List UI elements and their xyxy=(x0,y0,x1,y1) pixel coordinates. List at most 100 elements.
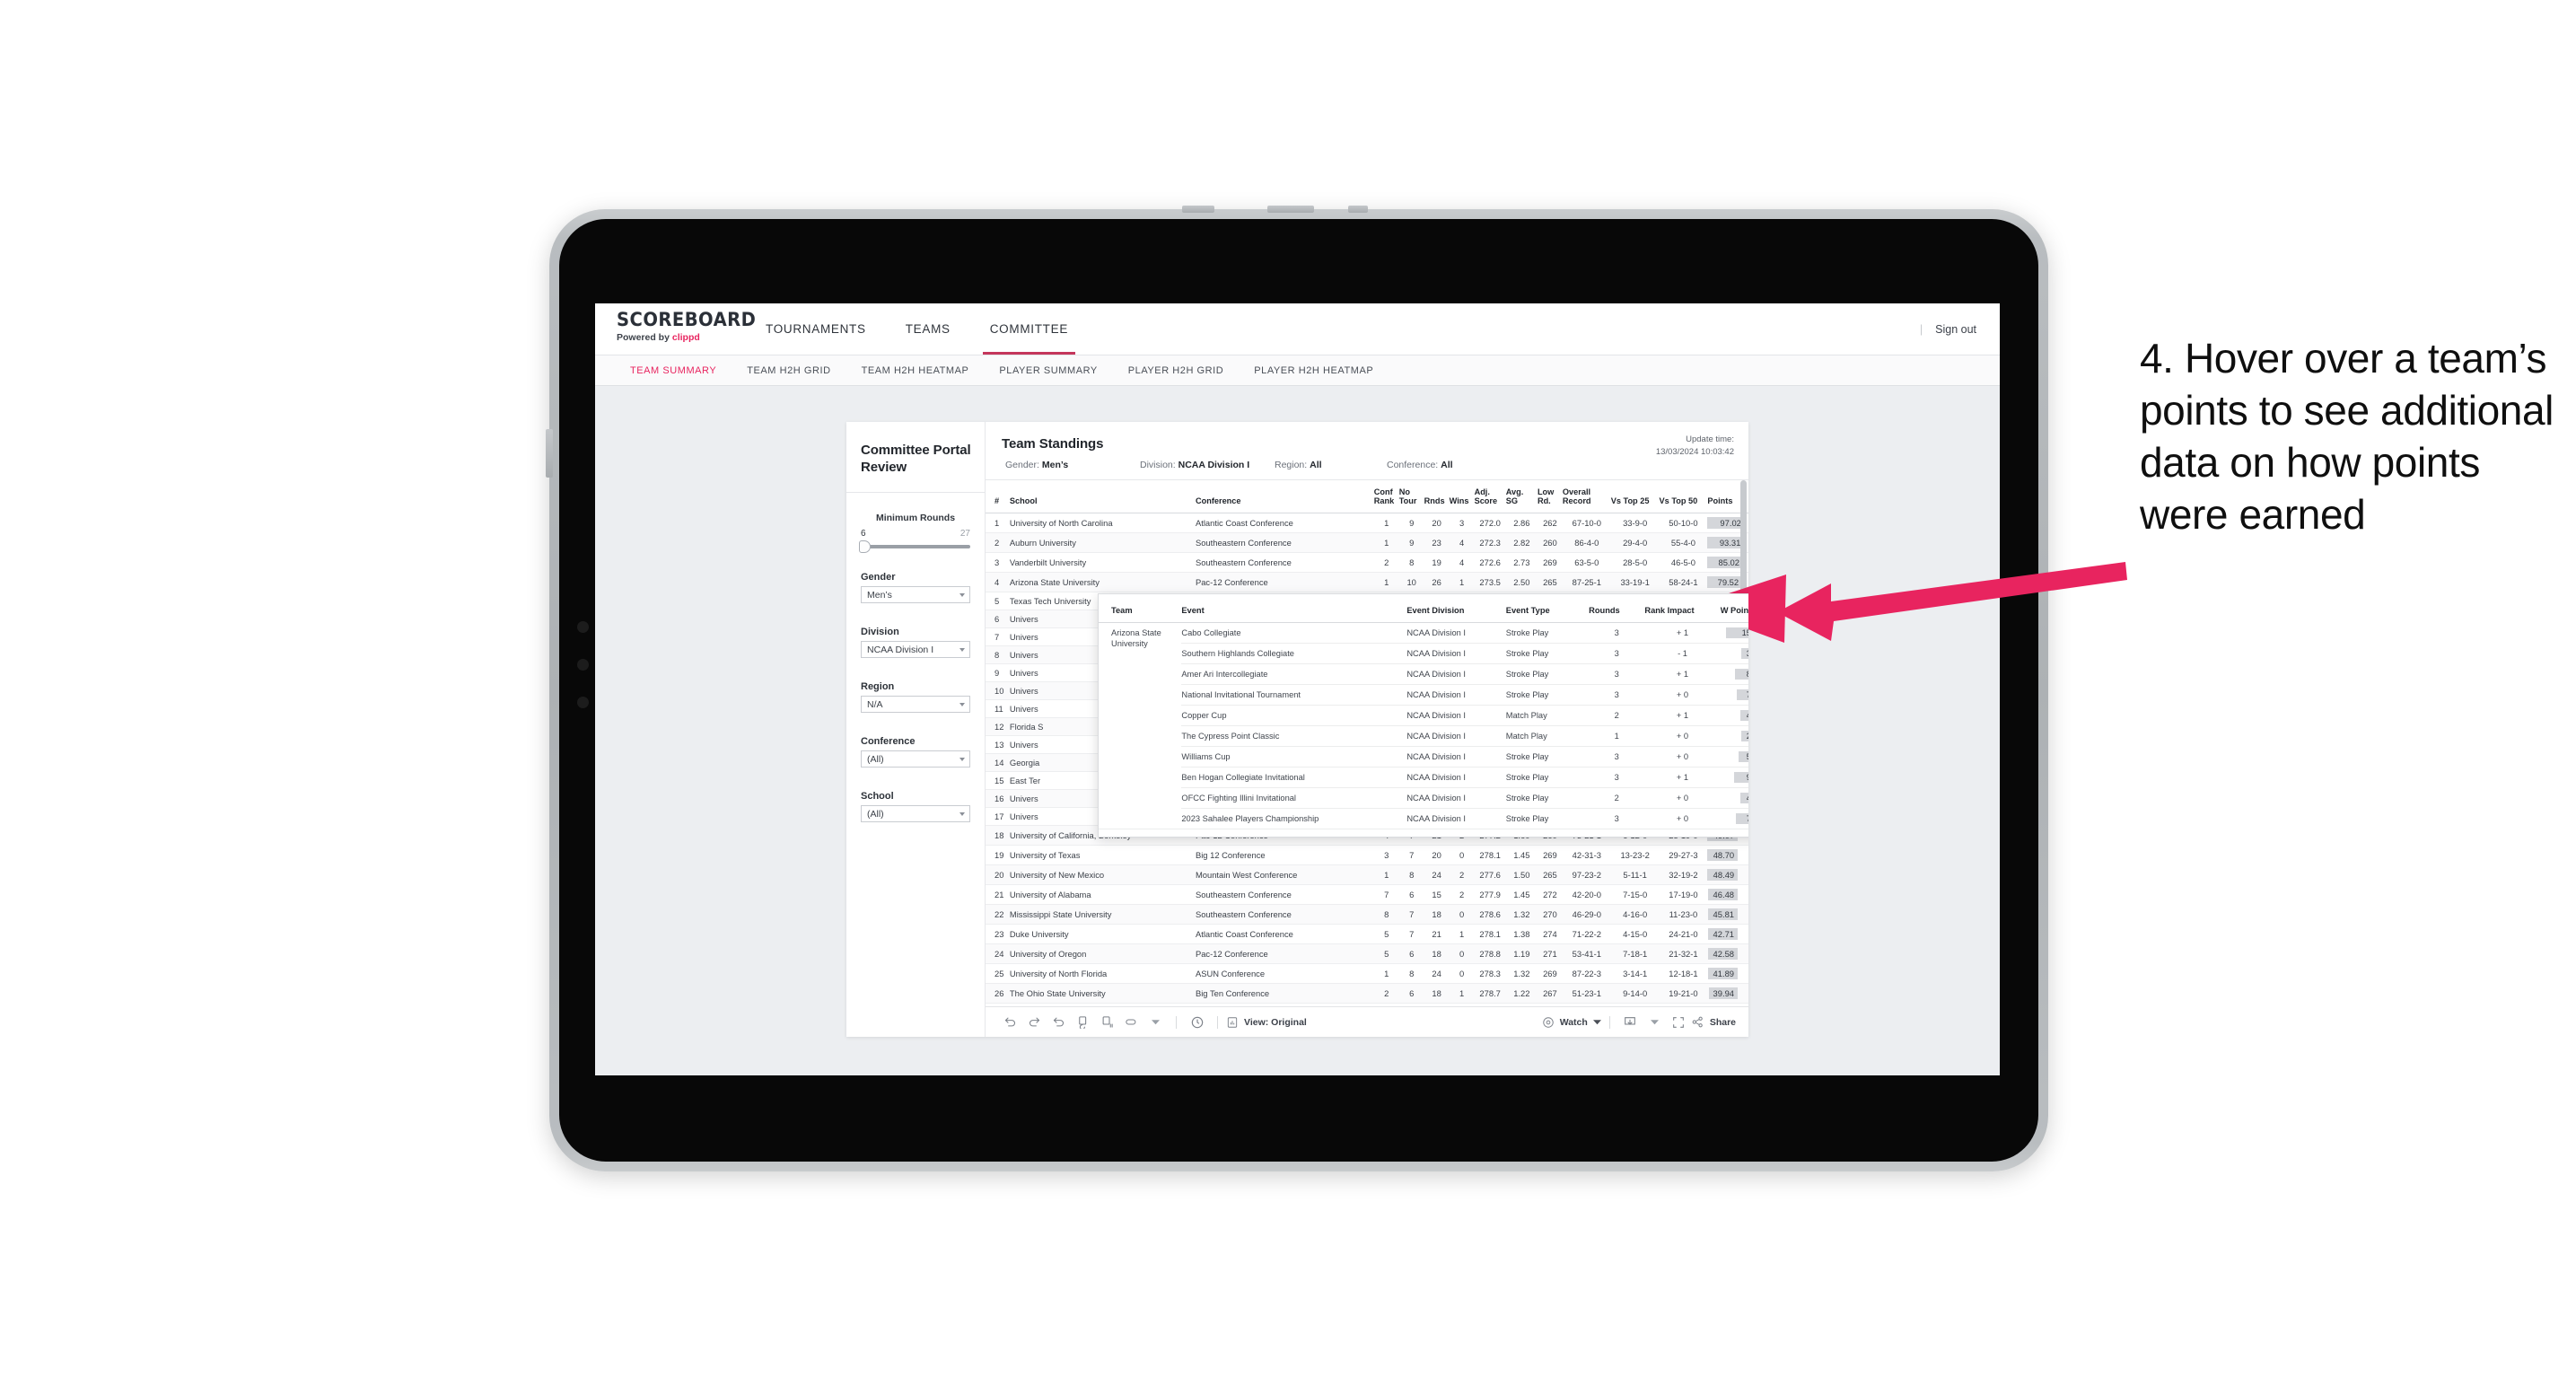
points-value-bar[interactable]: 97.02 xyxy=(1707,516,1745,529)
filter-conference-select[interactable]: (All) xyxy=(861,750,970,768)
slider-min-value: 6 xyxy=(861,529,866,539)
nav-item-teams[interactable]: TEAMS xyxy=(886,303,970,355)
table-row[interactable]: 23 Duke University Atlantic Coast Conferen… xyxy=(986,924,1748,944)
watch-button[interactable]: Watch xyxy=(1542,1016,1601,1029)
cell-points[interactable]: 39.94 xyxy=(1707,983,1748,1004)
table-row[interactable]: 21 University of Alabama Southeastern Conf… xyxy=(986,884,1748,905)
cell-wins: 1 xyxy=(1449,983,1475,1004)
undo-icon[interactable] xyxy=(998,1015,1022,1029)
col-wins[interactable]: Wins xyxy=(1449,480,1475,513)
table-row[interactable]: 20 University of New Mexico Mountain West … xyxy=(986,864,1748,885)
points-value-bar[interactable]: 46.48 xyxy=(1707,888,1738,900)
cell-points[interactable]: 48.70 xyxy=(1707,845,1748,865)
tab-player-summary[interactable]: PLAYER SUMMARY xyxy=(984,365,1112,376)
col-avg-sg[interactable]: Avg. SG xyxy=(1505,480,1538,513)
tooltip-row: Ben Hogan Collegiate Invitational NCAA Di… xyxy=(1099,767,1748,789)
share-button[interactable]: Share xyxy=(1691,1015,1736,1029)
table-row[interactable]: 26 The Ohio State University Big Ten Confe… xyxy=(986,983,1748,1004)
col-rank[interactable]: # xyxy=(986,480,1010,513)
redo-icon[interactable] xyxy=(1022,1015,1047,1029)
filter-conference-label: Conference xyxy=(861,736,916,748)
cell-overall: 63-5-0 xyxy=(1562,552,1611,573)
cell-points[interactable]: 46.48 xyxy=(1707,884,1748,905)
tt-cell-w-points: 30.13 xyxy=(1720,643,1748,665)
points-value-bar[interactable]: 42.58 xyxy=(1708,947,1738,960)
cell-adj-score: 272.3 xyxy=(1474,532,1506,553)
filter-gender-select[interactable]: Men’s xyxy=(861,586,970,604)
col-conf-rank[interactable]: Conf Rank xyxy=(1373,480,1399,513)
view-original-button[interactable]: View: Original xyxy=(1226,1016,1307,1029)
brand-logo[interactable]: SCOREBOARD Powered by clippd xyxy=(595,303,756,355)
sign-out-button[interactable]: Sign out xyxy=(1935,323,1976,336)
points-value-bar[interactable]: 39.94 xyxy=(1708,987,1738,999)
highlight-dropdown-icon[interactable] xyxy=(1143,1018,1168,1026)
pause-data-icon[interactable] xyxy=(1095,1015,1119,1029)
filter-region-select[interactable]: N/A xyxy=(861,696,970,714)
tt-cell-event: Amer Ari Intercollegiate xyxy=(1181,663,1407,686)
tt-cell-rank-impact: + 1 xyxy=(1644,663,1721,686)
tooltip-row: National Invitational Tournament NCAA Div… xyxy=(1099,684,1748,706)
revert-icon[interactable] xyxy=(1047,1015,1071,1029)
pause-refresh-icon[interactable] xyxy=(1185,1015,1209,1030)
nav-item-tournaments[interactable]: TOURNAMENTS xyxy=(746,303,886,355)
cell-overall: 42-31-3 xyxy=(1562,845,1611,865)
points-value-bar[interactable]: 93.31 xyxy=(1707,536,1745,548)
col-no-tour[interactable]: No Tour xyxy=(1398,480,1424,513)
cell-vs50: 29-27-3 xyxy=(1659,845,1708,865)
col-vs-top-25[interactable]: Vs Top 25 xyxy=(1610,480,1660,513)
tab-player-h2h-grid[interactable]: PLAYER H2H GRID xyxy=(1113,365,1239,376)
cell-low-rd: 274 xyxy=(1537,924,1563,944)
tab-team-h2h-grid[interactable]: TEAM H2H GRID xyxy=(732,365,846,376)
col-rnds[interactable]: Rnds xyxy=(1424,480,1450,513)
tt-cell-event: National Invitational Tournament xyxy=(1181,684,1407,706)
col-conference[interactable]: Conference xyxy=(1195,480,1374,513)
cell-adj-score: 272.0 xyxy=(1474,513,1506,533)
cell-rank: 19 xyxy=(986,845,1010,865)
col-school[interactable]: School xyxy=(1009,480,1196,513)
table-row[interactable]: 4 Arizona State University Pac-12 Conferen… xyxy=(986,572,1748,592)
tooltip-header-row: Team Event Event Division Event Type Rou… xyxy=(1099,601,1748,624)
nav-item-committee[interactable]: COMMITTEE xyxy=(970,303,1088,355)
sign-out-area: | Sign out xyxy=(1920,303,2000,355)
filter-division-select[interactable]: NCAA Division I xyxy=(861,641,970,659)
col-adj-score[interactable]: Adj. Score xyxy=(1474,480,1506,513)
filter-region: Region N/A xyxy=(846,681,985,714)
col-overall-record[interactable]: Overall Record xyxy=(1562,480,1611,513)
cell-conference: Atlantic Coast Conference xyxy=(1195,924,1374,944)
points-value-bar[interactable]: 45.81 xyxy=(1707,908,1738,920)
cell-overall: 67-10-0 xyxy=(1562,513,1611,533)
filter-region-value: N/A xyxy=(867,698,883,710)
tab-team-h2h-heatmap[interactable]: TEAM H2H HEATMAP xyxy=(846,365,985,376)
tab-player-h2h-heatmap[interactable]: PLAYER H2H HEATMAP xyxy=(1239,365,1389,376)
points-value-bar[interactable]: 42.71 xyxy=(1708,927,1738,940)
cell-points[interactable]: 41.89 xyxy=(1707,963,1748,984)
cell-low-rd: 269 xyxy=(1537,552,1563,573)
cell-points[interactable]: 42.71 xyxy=(1707,924,1748,944)
fullscreen-icon[interactable] xyxy=(1667,1015,1691,1030)
cell-points[interactable]: 48.49 xyxy=(1707,864,1748,885)
table-row[interactable]: 24 University of Oregon Pac-12 Conference 5… xyxy=(986,943,1748,964)
cell-school: Mississippi State University xyxy=(1009,904,1196,925)
download-dropdown-icon[interactable] xyxy=(1643,1018,1667,1026)
table-row[interactable]: 22 Mississippi State University Southeaste… xyxy=(986,904,1748,925)
filter-school-select[interactable]: (All) xyxy=(861,805,970,823)
table-row[interactable]: 1 University of North Carolina Atlantic Co… xyxy=(986,513,1748,533)
points-value-bar[interactable]: 48.49 xyxy=(1707,868,1739,881)
cell-school: University of Texas xyxy=(1009,845,1196,865)
cell-school: University of New Mexico xyxy=(1009,864,1196,885)
points-value-bar[interactable]: 48.70 xyxy=(1707,848,1739,861)
table-row[interactable]: 19 University of Texas Big 12 Conference 3 7… xyxy=(986,845,1748,865)
download-icon[interactable] xyxy=(1618,1015,1643,1030)
col-low-rd[interactable]: Low Rd. xyxy=(1537,480,1563,513)
col-vs-top-50[interactable]: Vs Top 50 xyxy=(1659,480,1708,513)
points-value-bar[interactable]: 41.89 xyxy=(1708,967,1738,979)
tab-team-summary[interactable]: TEAM SUMMARY xyxy=(615,365,732,376)
refresh-data-icon[interactable] xyxy=(1071,1015,1095,1029)
table-row[interactable]: 2 Auburn University Southeastern Conferenc… xyxy=(986,532,1748,553)
highlight-icon[interactable] xyxy=(1119,1015,1143,1029)
cell-points[interactable]: 45.81 xyxy=(1707,904,1748,925)
table-row[interactable]: 25 University of North Florida ASUN Confer… xyxy=(986,963,1748,984)
cell-points[interactable]: 42.58 xyxy=(1707,943,1748,964)
minimum-rounds-slider[interactable] xyxy=(859,540,970,554)
table-row[interactable]: 3 Vanderbilt University Southeastern Confe… xyxy=(986,552,1748,573)
